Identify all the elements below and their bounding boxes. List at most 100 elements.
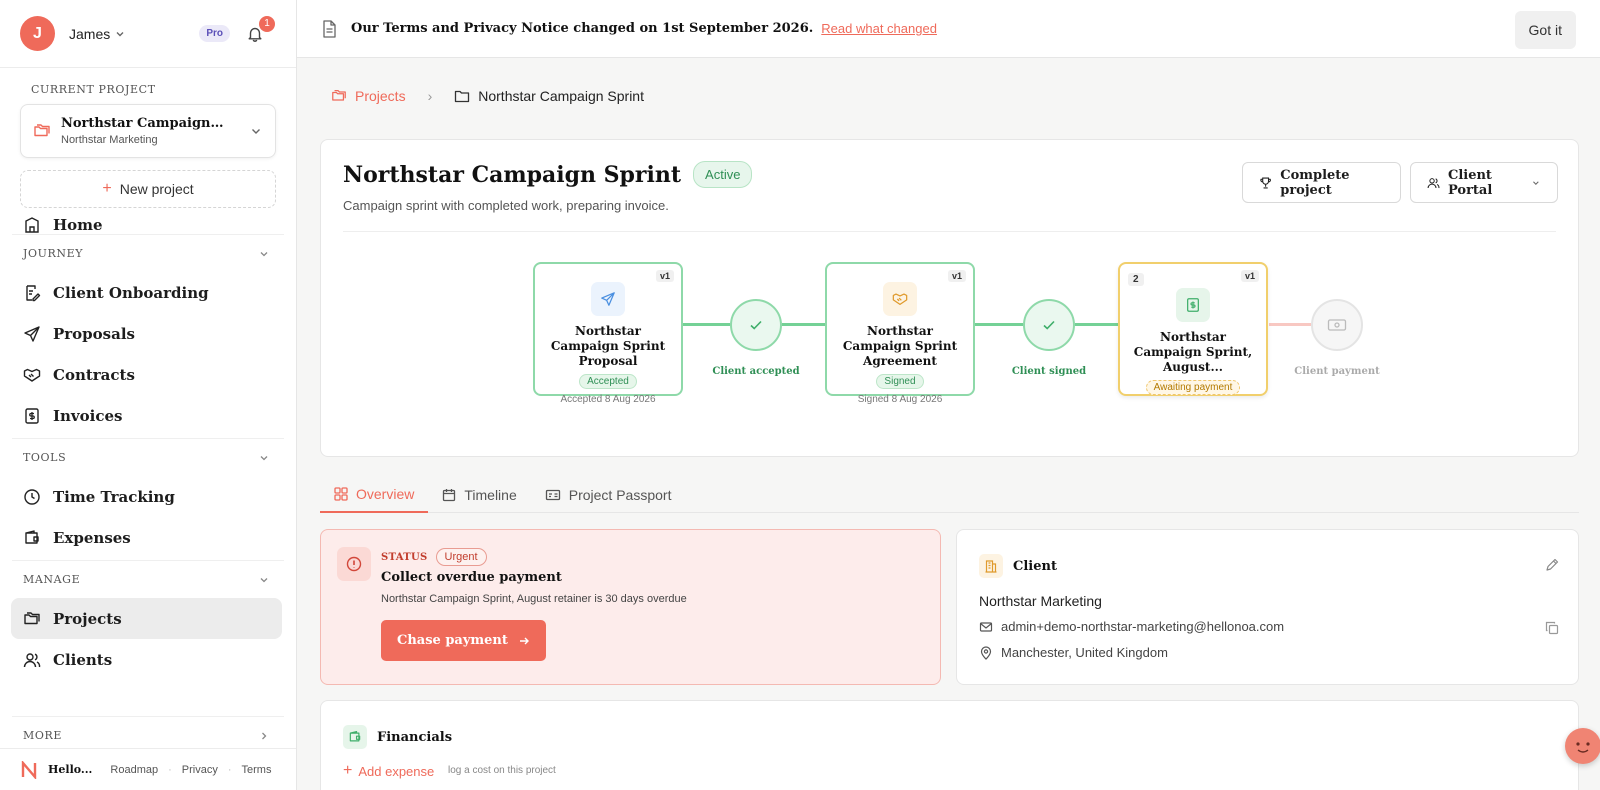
brand-name: Hello... — [48, 763, 93, 776]
chevron-down-icon — [260, 455, 268, 460]
add-expense-button[interactable]: + Add expense — [343, 762, 434, 780]
node-date: Accepted 8 Aug 2026 — [560, 394, 656, 405]
section-manage[interactable]: MANAGE — [12, 560, 284, 598]
step-label: Client signed — [1011, 366, 1087, 377]
client-card: Client Northstar Marketing admin+demo-no… — [956, 529, 1579, 685]
section-journey[interactable]: JOURNEY — [12, 234, 284, 272]
home-icon — [25, 217, 39, 233]
chevron-down-icon — [252, 129, 260, 134]
node-status: Accepted — [579, 374, 637, 389]
wallet-icon — [25, 529, 39, 544]
current-project-selector[interactable]: Northstar Campaign Sprint Northstar Mark… — [20, 104, 276, 158]
chevron-down-icon — [116, 31, 124, 36]
client-location-row: Manchester, United Kingdom — [979, 645, 1168, 660]
trophy-icon — [1260, 176, 1271, 189]
tab-overview[interactable]: Overview — [320, 477, 429, 513]
current-project-client: Northstar Marketing — [61, 134, 158, 146]
page-title: Northstar Campaign Sprint — [343, 161, 682, 188]
dismiss-banner-button[interactable]: Got it — [1514, 11, 1576, 49]
handshake-icon — [23, 368, 41, 382]
client-email[interactable]: admin+demo-northstar-marketing@hellonoa.… — [1001, 619, 1284, 634]
sidebar-item-proposals[interactable]: Proposals — [0, 313, 296, 354]
assistant-mascot-button[interactable] — [1565, 728, 1600, 764]
brand-logo-icon — [21, 760, 37, 779]
step-label: Client accepted — [712, 366, 800, 377]
terms-link[interactable]: Terms — [242, 764, 272, 776]
financials-header: Financials — [343, 725, 452, 749]
avatar[interactable]: J — [20, 16, 55, 51]
tab-label: Project Passport — [568, 487, 672, 503]
roadmap-link[interactable]: Roadmap — [110, 764, 158, 776]
send-icon — [591, 282, 625, 316]
breadcrumb-projects[interactable]: Projects — [331, 88, 406, 104]
status-description: Northstar Campaign Sprint, August retain… — [381, 593, 687, 605]
mail-icon — [979, 621, 993, 632]
proposal-node[interactable]: v1 Northstar Campaign Sprint Proposal Ac… — [533, 262, 683, 405]
map-pin-icon — [980, 645, 992, 660]
tab-project-passport[interactable]: Project Passport — [531, 477, 686, 513]
version-badge: v1 — [655, 270, 674, 282]
sidebar-item-time-tracking[interactable]: Time Tracking — [0, 476, 296, 517]
complete-project-button[interactable]: Complete project — [1242, 162, 1401, 203]
read-changes-link[interactable]: Read what changed — [821, 21, 937, 36]
project-title-row: Northstar Campaign Sprint Active — [343, 161, 753, 188]
sidebar-item-invoices[interactable]: Invoices — [0, 395, 296, 436]
edit-client-button[interactable] — [1545, 558, 1559, 572]
users-icon — [23, 652, 41, 667]
node-title: Northstar Campaign Sprint, August... — [1133, 330, 1253, 374]
client-header: Client — [979, 554, 1057, 578]
flow-connector — [782, 323, 830, 326]
financials-card: Financials + Add expense log a cost on t… — [320, 700, 1579, 790]
user-menu[interactable]: James — [69, 26, 126, 42]
version-badge: v1 — [947, 270, 966, 282]
sidebar-item-home[interactable]: Home — [0, 210, 296, 234]
tab-label: Timeline — [464, 487, 517, 503]
banknote-icon — [1327, 319, 1347, 331]
sidebar-footer: Hello... Roadmap · Privacy · Terms — [0, 748, 296, 790]
privacy-link[interactable]: Privacy — [182, 764, 218, 776]
dollar-doc-icon — [25, 407, 39, 424]
step-label: Client payment — [1294, 366, 1380, 377]
wallet-icon — [343, 725, 367, 749]
sidebar-item-projects[interactable]: Projects — [11, 598, 282, 639]
folders-icon — [34, 124, 50, 137]
copy-icon — [1545, 621, 1559, 635]
chevron-down-icon — [1533, 180, 1539, 185]
breadcrumb: Projects › Northstar Campaign Sprint — [331, 88, 644, 104]
section-label: MORE — [23, 729, 62, 742]
node-title: Northstar Campaign Sprint Agreement — [842, 324, 958, 368]
banner-text: Our Terms and Privacy Notice changed on … — [351, 21, 814, 36]
section-label: MANAGE — [23, 573, 81, 586]
calendar-icon — [443, 489, 456, 502]
agreement-node[interactable]: v1 Northstar Campaign Sprint Agreement S… — [825, 262, 975, 405]
client-portal-button[interactable]: Client Portal — [1410, 162, 1558, 203]
count-badge: 2 — [1128, 273, 1144, 286]
tab-timeline[interactable]: Timeline — [428, 477, 530, 513]
client-location: Manchester, United Kingdom — [1001, 645, 1168, 660]
new-project-button[interactable]: + New project — [20, 170, 276, 208]
invoice-node[interactable]: 2 v1 Northstar Campaign Sprint, August..… — [1118, 262, 1268, 396]
chevron-right-icon — [262, 732, 267, 739]
urgency-badge: Urgent — [435, 548, 487, 566]
mascot-face-icon — [1576, 742, 1590, 753]
copy-email-button[interactable] — [1545, 621, 1559, 635]
handshake-icon — [883, 282, 917, 316]
sidebar-item-label: Invoices — [53, 406, 123, 425]
sidebar-item-expenses[interactable]: Expenses — [0, 517, 296, 558]
folders-icon — [332, 90, 346, 101]
section-tools[interactable]: TOOLS — [12, 438, 284, 476]
flow-connector — [682, 323, 730, 326]
chase-payment-button[interactable]: Chase payment — [381, 620, 546, 661]
folders-icon — [24, 611, 40, 624]
send-icon — [24, 325, 40, 342]
client-name: Northstar Marketing — [979, 593, 1102, 609]
sidebar-item-label: Time Tracking — [53, 487, 175, 506]
terms-banner: Our Terms and Privacy Notice changed on … — [297, 0, 1600, 58]
node-status: Awaiting payment — [1145, 380, 1241, 395]
sidebar-item-contracts[interactable]: Contracts — [0, 354, 296, 395]
building-icon — [979, 554, 1003, 578]
notifications-button[interactable]: 1 — [246, 15, 275, 43]
sidebar-item-clients[interactable]: Clients — [0, 639, 296, 680]
client-email-row: admin+demo-northstar-marketing@hellonoa.… — [979, 619, 1284, 634]
sidebar-item-client-onboarding[interactable]: Client Onboarding — [0, 272, 296, 313]
